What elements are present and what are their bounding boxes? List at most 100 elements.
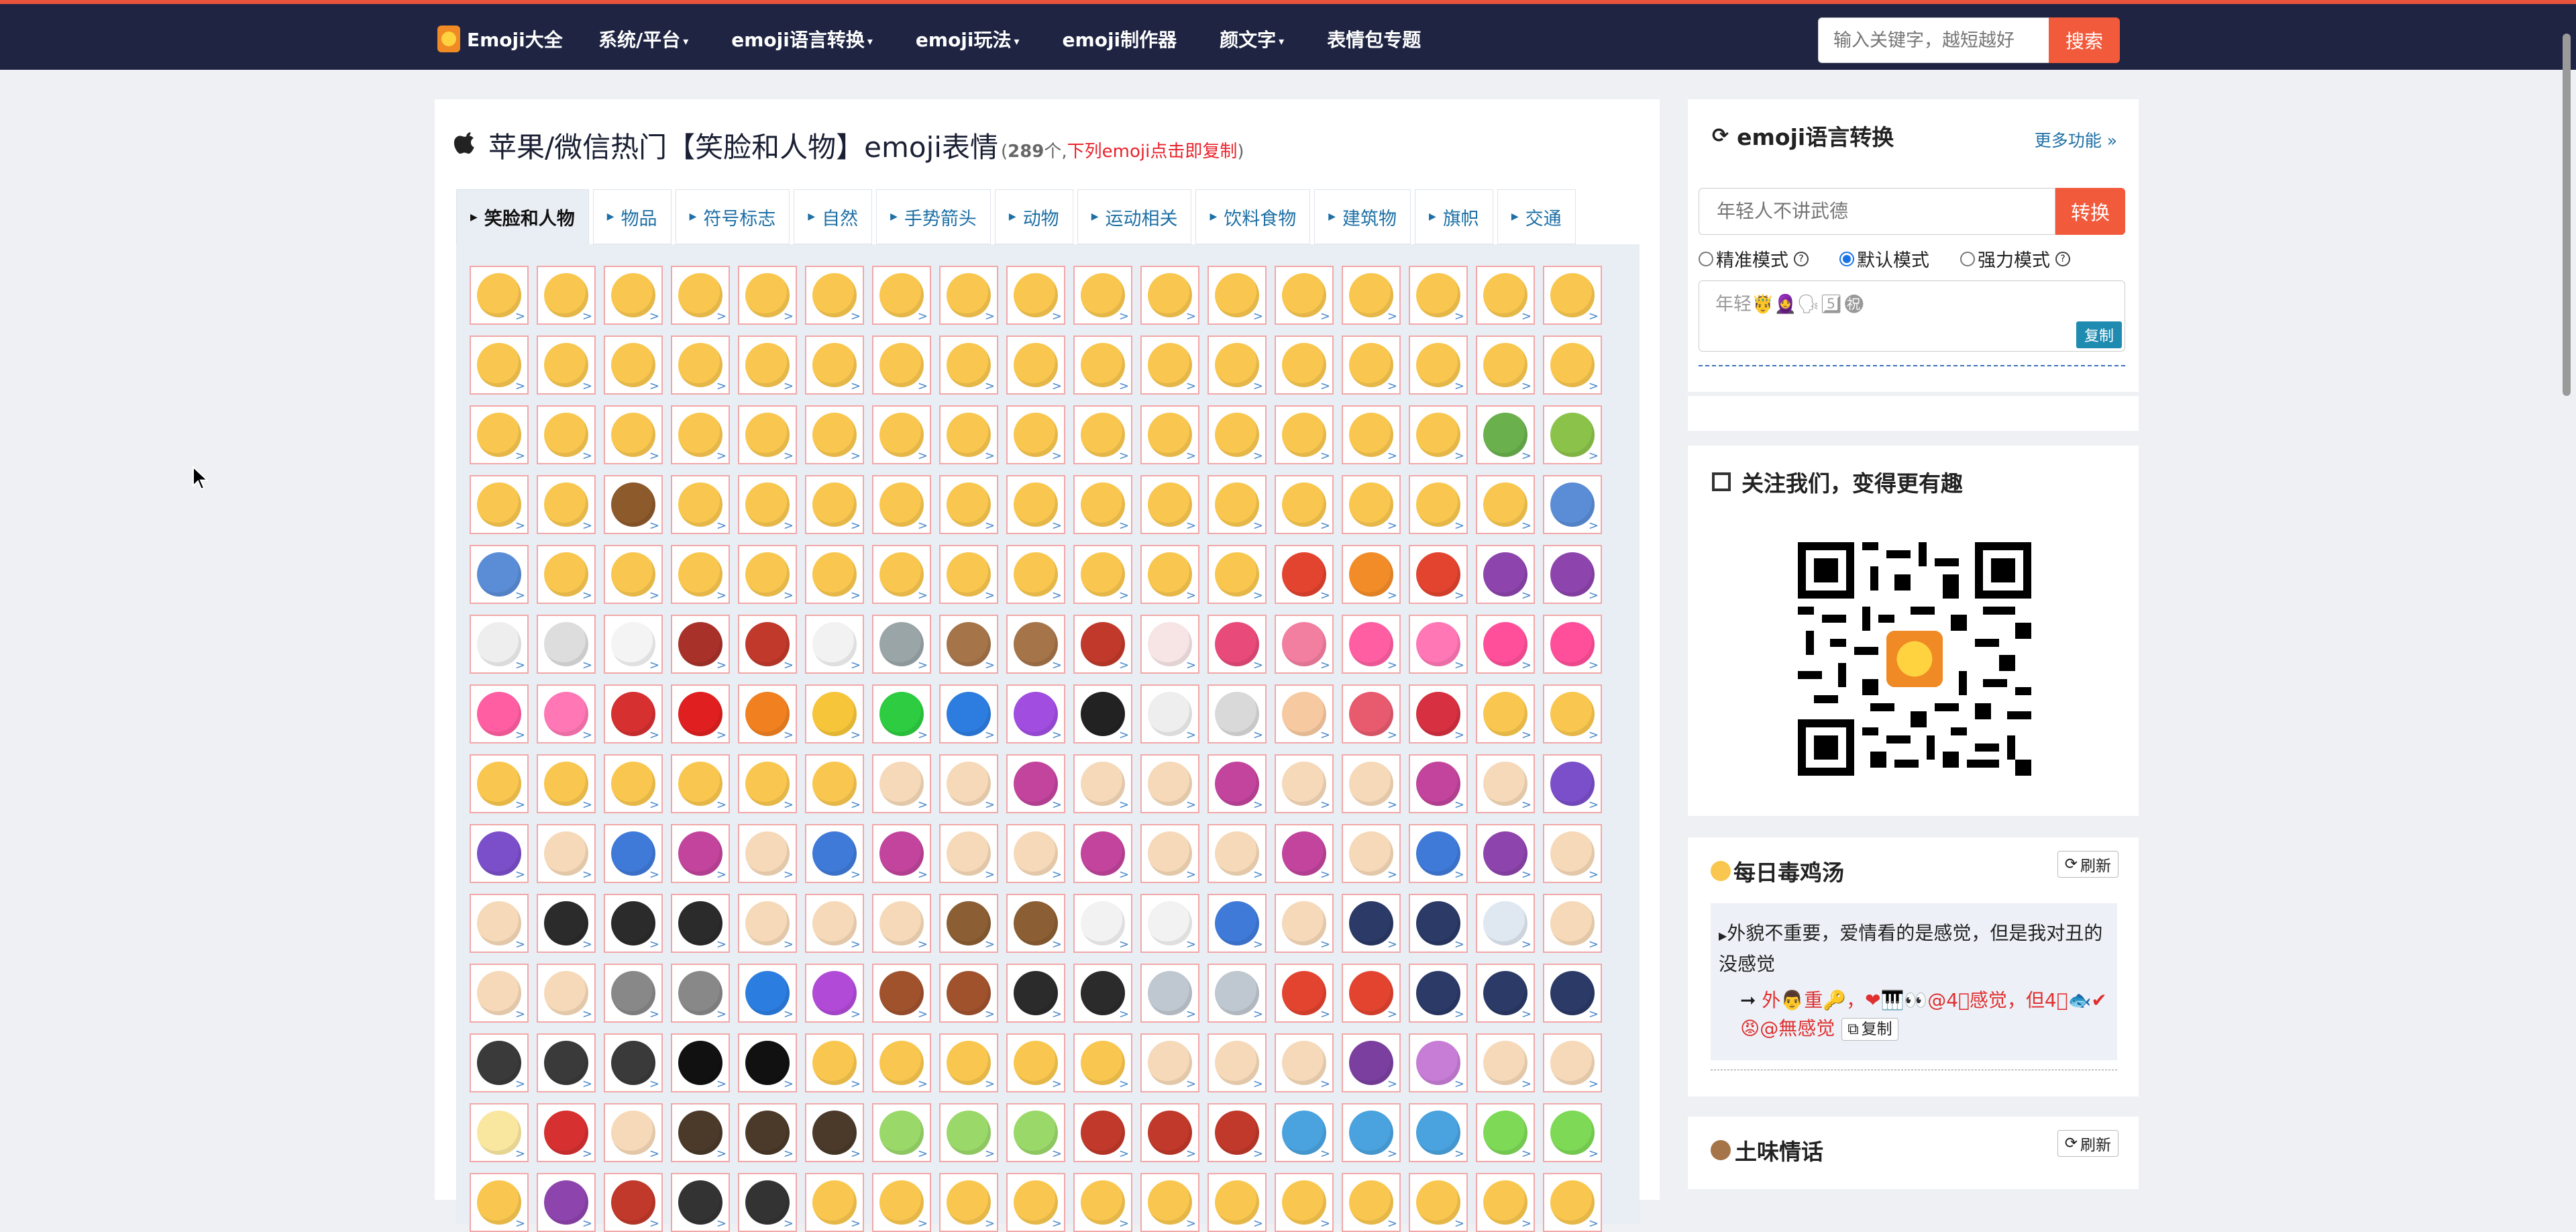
emoji-cell[interactable]: > (671, 405, 730, 464)
emoji-cell[interactable]: > (1208, 684, 1267, 743)
emoji-cell[interactable]: > (1208, 405, 1267, 464)
emoji-cell[interactable]: > (1342, 266, 1401, 325)
mode-default[interactable]: 默认模式 (1839, 246, 1929, 272)
emoji-cell[interactable]: > (537, 1103, 596, 1162)
emoji-cell[interactable]: > (1073, 475, 1132, 534)
emoji-cell[interactable]: > (1543, 475, 1602, 534)
emoji-cell[interactable]: > (1006, 1103, 1065, 1162)
emoji-cell[interactable]: > (1006, 1033, 1065, 1092)
emoji-cell[interactable]: > (1006, 336, 1065, 395)
emoji-cell[interactable]: > (1543, 754, 1602, 813)
emoji-cell[interactable]: > (872, 475, 931, 534)
tab-flags[interactable]: ▶ 旗帜 (1415, 189, 1493, 244)
nav-item-platform[interactable]: 系统/平台 ▾ (598, 25, 688, 52)
emoji-cell[interactable]: > (1208, 1173, 1267, 1232)
emoji-cell[interactable]: > (1342, 1173, 1401, 1232)
emoji-cell[interactable]: > (1140, 1173, 1199, 1232)
emoji-cell[interactable]: > (1006, 684, 1065, 743)
emoji-cell[interactable]: > (604, 1103, 663, 1162)
emoji-cell[interactable]: > (537, 266, 596, 325)
emoji-cell[interactable]: > (939, 266, 998, 325)
emoji-cell[interactable]: > (537, 475, 596, 534)
emoji-cell[interactable]: > (1073, 1173, 1132, 1232)
emoji-cell[interactable]: > (671, 545, 730, 604)
emoji-cell[interactable]: > (671, 1103, 730, 1162)
emoji-cell[interactable]: > (1543, 405, 1602, 464)
emoji-cell[interactable]: > (1342, 545, 1401, 604)
emoji-cell[interactable]: > (470, 754, 529, 813)
emoji-cell[interactable]: > (1409, 754, 1468, 813)
emoji-cell[interactable]: > (537, 684, 596, 743)
radio-strong[interactable] (1960, 251, 1975, 266)
emoji-cell[interactable]: > (470, 824, 529, 883)
emoji-cell[interactable]: > (1543, 336, 1602, 395)
emoji-cell[interactable]: > (1476, 894, 1535, 953)
emoji-cell[interactable]: > (1476, 545, 1535, 604)
tab-objects[interactable]: ▶ 物品 (592, 189, 672, 244)
emoji-cell[interactable]: > (738, 824, 797, 883)
emoji-cell[interactable]: > (604, 754, 663, 813)
emoji-cell[interactable]: > (1275, 405, 1334, 464)
emoji-cell[interactable]: > (1275, 336, 1334, 395)
emoji-cell[interactable]: > (1476, 615, 1535, 674)
emoji-cell[interactable]: > (738, 336, 797, 395)
help-icon[interactable]: ? (1794, 251, 1809, 266)
emoji-cell[interactable]: > (1140, 405, 1199, 464)
radio-default[interactable] (1839, 251, 1854, 266)
emoji-cell[interactable]: > (604, 964, 663, 1023)
emoji-cell[interactable]: > (537, 336, 596, 395)
emoji-cell[interactable]: > (671, 754, 730, 813)
emoji-cell[interactable]: > (1208, 336, 1267, 395)
emoji-cell[interactable]: > (1543, 545, 1602, 604)
emoji-cell[interactable]: > (671, 336, 730, 395)
emoji-cell[interactable]: > (1006, 894, 1065, 953)
emoji-cell[interactable]: > (1073, 545, 1132, 604)
emoji-cell[interactable]: > (1140, 964, 1199, 1023)
emoji-cell[interactable]: > (671, 1173, 730, 1232)
radio-precise[interactable] (1699, 251, 1713, 266)
emoji-cell[interactable]: > (738, 894, 797, 953)
emoji-cell[interactable]: > (1342, 684, 1401, 743)
emoji-cell[interactable]: > (872, 1033, 931, 1092)
emoji-cell[interactable]: > (1342, 615, 1401, 674)
emoji-cell[interactable]: > (872, 894, 931, 953)
emoji-cell[interactable]: > (805, 824, 864, 883)
emoji-cell[interactable]: > (872, 1103, 931, 1162)
emoji-cell[interactable]: > (1073, 1103, 1132, 1162)
emoji-cell[interactable]: > (1006, 1173, 1065, 1232)
emoji-cell[interactable]: > (1543, 824, 1602, 883)
emoji-cell[interactable]: > (1208, 824, 1267, 883)
emoji-cell[interactable]: > (738, 615, 797, 674)
emoji-cell[interactable]: > (1275, 894, 1334, 953)
emoji-cell[interactable]: > (1409, 545, 1468, 604)
emoji-cell[interactable]: > (1476, 684, 1535, 743)
emoji-cell[interactable]: > (738, 1103, 797, 1162)
nav-item-emoji-maker[interactable]: emoji制作器 (1063, 25, 1177, 52)
emoji-cell[interactable]: > (1140, 266, 1199, 325)
emoji-cell[interactable]: > (1208, 754, 1267, 813)
emoji-cell[interactable]: > (805, 1033, 864, 1092)
emoji-cell[interactable]: > (537, 545, 596, 604)
emoji-cell[interactable]: > (671, 615, 730, 674)
emoji-cell[interactable]: > (1476, 1173, 1535, 1232)
tab-nature[interactable]: ▶ 自然 (794, 189, 873, 244)
emoji-cell[interactable]: > (1275, 1033, 1334, 1092)
emoji-cell[interactable]: > (738, 266, 797, 325)
emoji-cell[interactable]: > (1476, 336, 1535, 395)
emoji-cell[interactable]: > (1543, 1103, 1602, 1162)
emoji-cell[interactable]: > (1073, 684, 1132, 743)
emoji-cell[interactable]: > (1073, 964, 1132, 1023)
emoji-cell[interactable]: > (1342, 754, 1401, 813)
emoji-cell[interactable]: > (1476, 824, 1535, 883)
emoji-cell[interactable]: > (604, 824, 663, 883)
emoji-cell[interactable]: > (1006, 266, 1065, 325)
emoji-cell[interactable]: > (1409, 824, 1468, 883)
emoji-cell[interactable]: > (939, 894, 998, 953)
emoji-cell[interactable]: > (604, 336, 663, 395)
emoji-cell[interactable]: > (1543, 1033, 1602, 1092)
emoji-cell[interactable]: > (1073, 894, 1132, 953)
nav-item-emoji-play[interactable]: emoji玩法 ▾ (916, 25, 1020, 52)
emoji-cell[interactable]: > (1409, 475, 1468, 534)
nav-item-emoji-translate[interactable]: emoji语言转换 ▾ (731, 25, 873, 52)
emoji-cell[interactable]: > (470, 684, 529, 743)
